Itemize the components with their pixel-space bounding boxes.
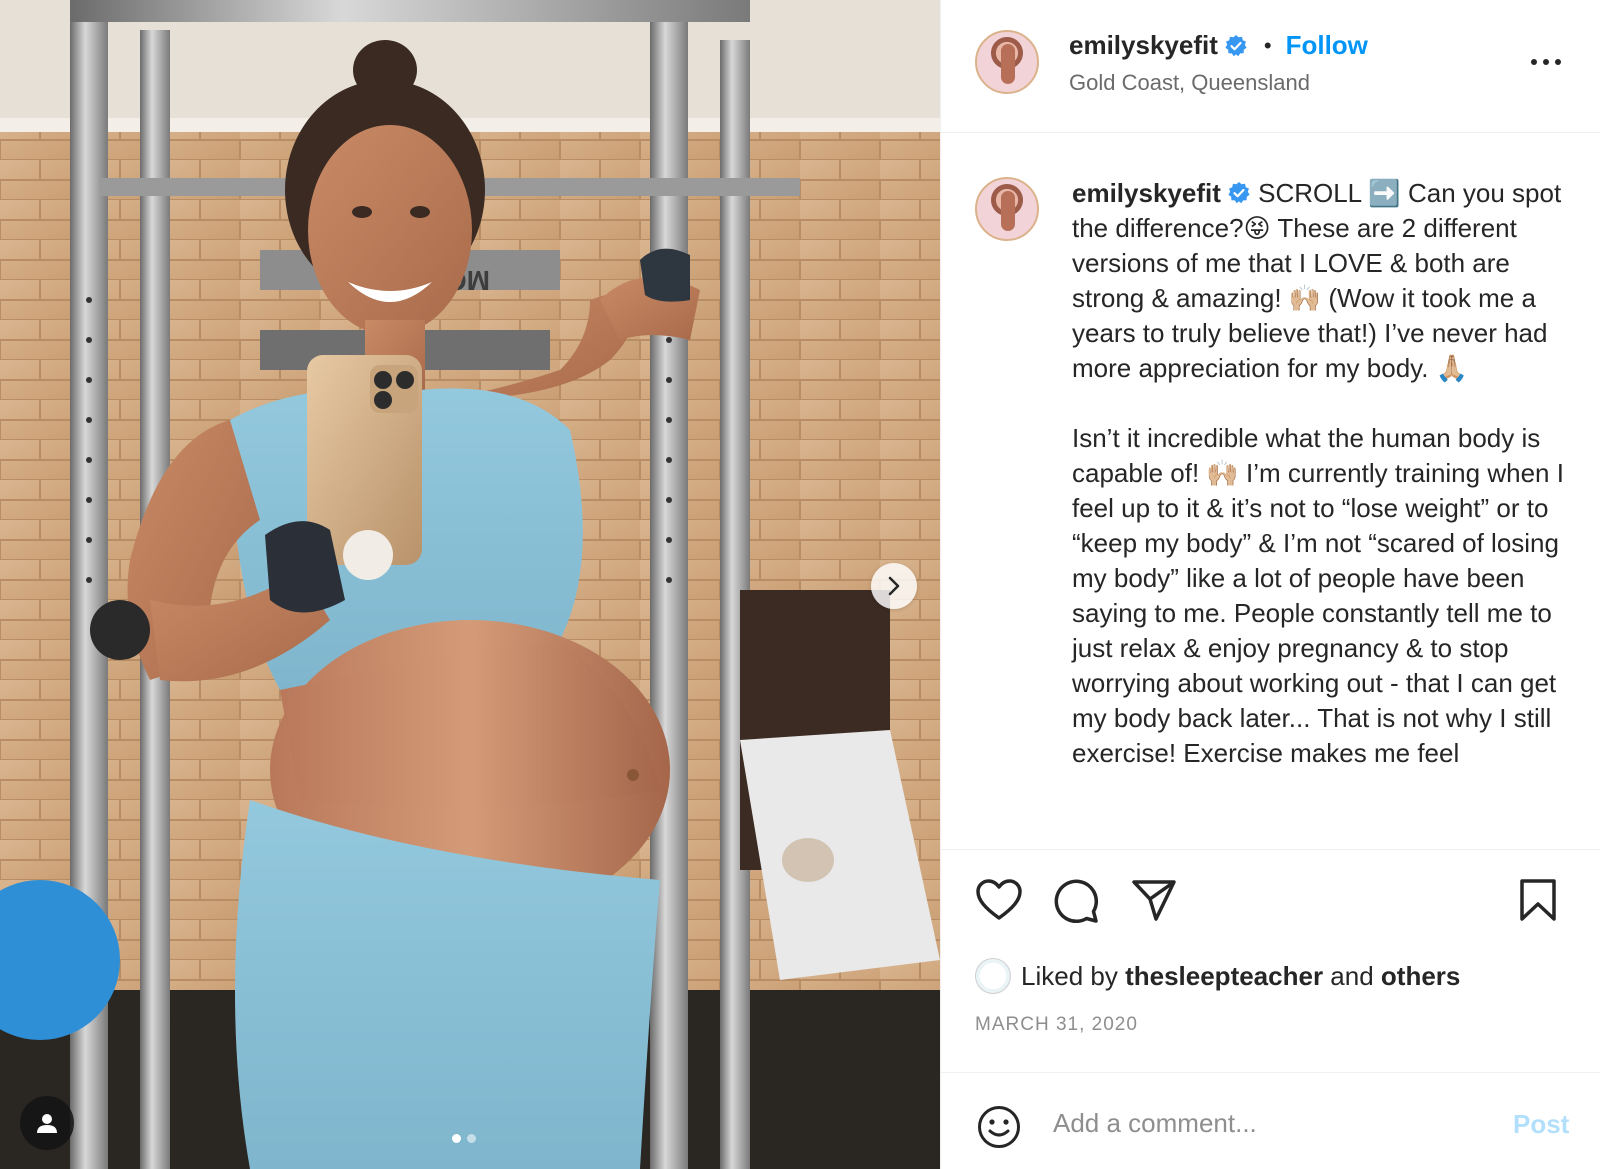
post-actions bbox=[941, 852, 1600, 924]
chevron-right-icon bbox=[888, 576, 900, 596]
emoji-icon[interactable] bbox=[977, 1105, 1021, 1149]
carousel-dot-1 bbox=[452, 1134, 461, 1143]
carousel-indicator bbox=[452, 1134, 476, 1143]
comment-bar: Post bbox=[941, 1072, 1600, 1169]
caption-scroll-area[interactable]: emilyskyefit SCROLL ➡️ Can you spot the … bbox=[941, 133, 1600, 850]
author-username[interactable]: emilyskyefit bbox=[1069, 30, 1218, 61]
verified-badge-icon bbox=[1225, 34, 1247, 56]
post-details-panel: emilyskyefit • Follow Gold Coast, Queens… bbox=[940, 0, 1600, 1169]
verified-badge-icon bbox=[1228, 182, 1250, 204]
carousel-next-button[interactable] bbox=[871, 563, 917, 609]
post-date[interactable]: MARCH 31, 2020 bbox=[975, 1014, 1138, 1036]
follow-button[interactable]: Follow bbox=[1286, 30, 1368, 61]
liked-by-prefix: Liked by bbox=[1021, 960, 1118, 991]
author-name-row: emilyskyefit • Follow bbox=[1069, 30, 1368, 61]
carousel-dot-2 bbox=[467, 1134, 476, 1143]
user-tags-button[interactable] bbox=[20, 1096, 74, 1150]
author-avatar[interactable] bbox=[975, 30, 1039, 94]
liker-avatar[interactable] bbox=[975, 958, 1011, 994]
liked-by-user[interactable]: thesleepteacher bbox=[1125, 961, 1323, 992]
post-location[interactable]: Gold Coast, Queensland bbox=[1069, 70, 1310, 96]
likes-summary: Liked by thesleepteacher and others bbox=[975, 958, 1460, 994]
send-icon[interactable] bbox=[1131, 878, 1177, 922]
bookmark-icon[interactable] bbox=[1519, 878, 1557, 922]
caption-body: SCROLL ➡️ Can you spot the difference?😝 … bbox=[1072, 178, 1564, 768]
post-photo: MO bbox=[0, 0, 940, 1169]
post-header: emilyskyefit • Follow Gold Coast, Queens… bbox=[941, 0, 1600, 133]
comment-icon[interactable] bbox=[1053, 878, 1099, 924]
caption-username[interactable]: emilyskyefit bbox=[1072, 178, 1221, 208]
heart-icon[interactable] bbox=[975, 878, 1023, 922]
caption: emilyskyefit SCROLL ➡️ Can you spot the … bbox=[1072, 176, 1582, 771]
header-separator: • bbox=[1263, 32, 1272, 58]
liked-by-others[interactable]: others bbox=[1381, 961, 1460, 992]
post-comment-button[interactable]: Post bbox=[1513, 1109, 1569, 1140]
liked-by-and: and bbox=[1330, 960, 1374, 991]
post-media[interactable]: MO bbox=[0, 0, 940, 1169]
comment-input[interactable] bbox=[1053, 1103, 1473, 1143]
more-options-icon[interactable] bbox=[1529, 50, 1563, 74]
user-tag-icon bbox=[37, 1114, 57, 1133]
caption-author-avatar[interactable] bbox=[975, 177, 1039, 241]
